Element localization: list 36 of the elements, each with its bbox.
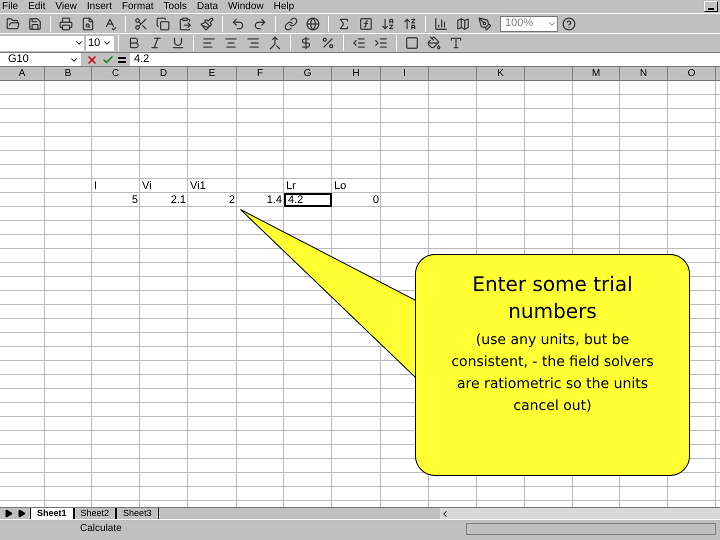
table-cell[interactable]: 5 xyxy=(92,193,140,207)
menu-item[interactable]: Tools xyxy=(164,2,187,12)
zoom-field[interactable]: 100% xyxy=(500,16,558,32)
sheet-tab[interactable]: Sheet2 xyxy=(74,508,116,520)
table-cell[interactable]: 4.2 xyxy=(284,193,332,207)
cancel-icon xyxy=(86,54,98,66)
minimize-button[interactable] xyxy=(704,1,718,12)
table-cell[interactable]: 2 xyxy=(188,193,237,207)
callout-title: Enter some trial numbers xyxy=(471,271,634,325)
table-cell[interactable]: Lo xyxy=(332,179,381,193)
table-cell[interactable]: 2.1 xyxy=(140,193,188,207)
callout-text: (use any units, but be consistent, - the field solvers are ratiometric so the units cancel out) xyxy=(450,331,655,416)
minimize-icon xyxy=(708,8,714,10)
menu-item[interactable]: Format xyxy=(122,2,154,12)
enter-icon xyxy=(102,54,114,66)
menu-item[interactable]: Window xyxy=(228,2,264,12)
menu-item[interactable]: File xyxy=(2,2,18,12)
next-sheet-icon xyxy=(17,509,26,518)
menu-item[interactable]: Data xyxy=(196,2,218,12)
table-cell[interactable]: 1.4 xyxy=(237,193,284,207)
sheet-tab[interactable]: Sheet1 xyxy=(30,508,74,520)
table-cell[interactable]: Vi xyxy=(140,179,188,193)
font-size-field[interactable]: 10 xyxy=(86,36,114,50)
table-cell[interactable]: Lr xyxy=(284,179,332,193)
equals-icon xyxy=(118,56,126,62)
status-text: Calculate xyxy=(80,522,122,536)
menu-item[interactable]: Edit xyxy=(28,2,46,12)
table-cell[interactable]: Vi1 xyxy=(188,179,237,193)
sheet-tab[interactable]: Sheet3 xyxy=(116,508,159,520)
menu-item[interactable]: Insert xyxy=(86,2,112,12)
table-cell[interactable]: 0 xyxy=(332,193,381,207)
font-name-field[interactable] xyxy=(0,36,84,50)
table-cell[interactable]: I xyxy=(92,179,140,193)
menu-item[interactable]: View xyxy=(55,2,77,12)
first-sheet-icon xyxy=(4,509,13,518)
menu-item[interactable]: Help xyxy=(274,2,294,12)
